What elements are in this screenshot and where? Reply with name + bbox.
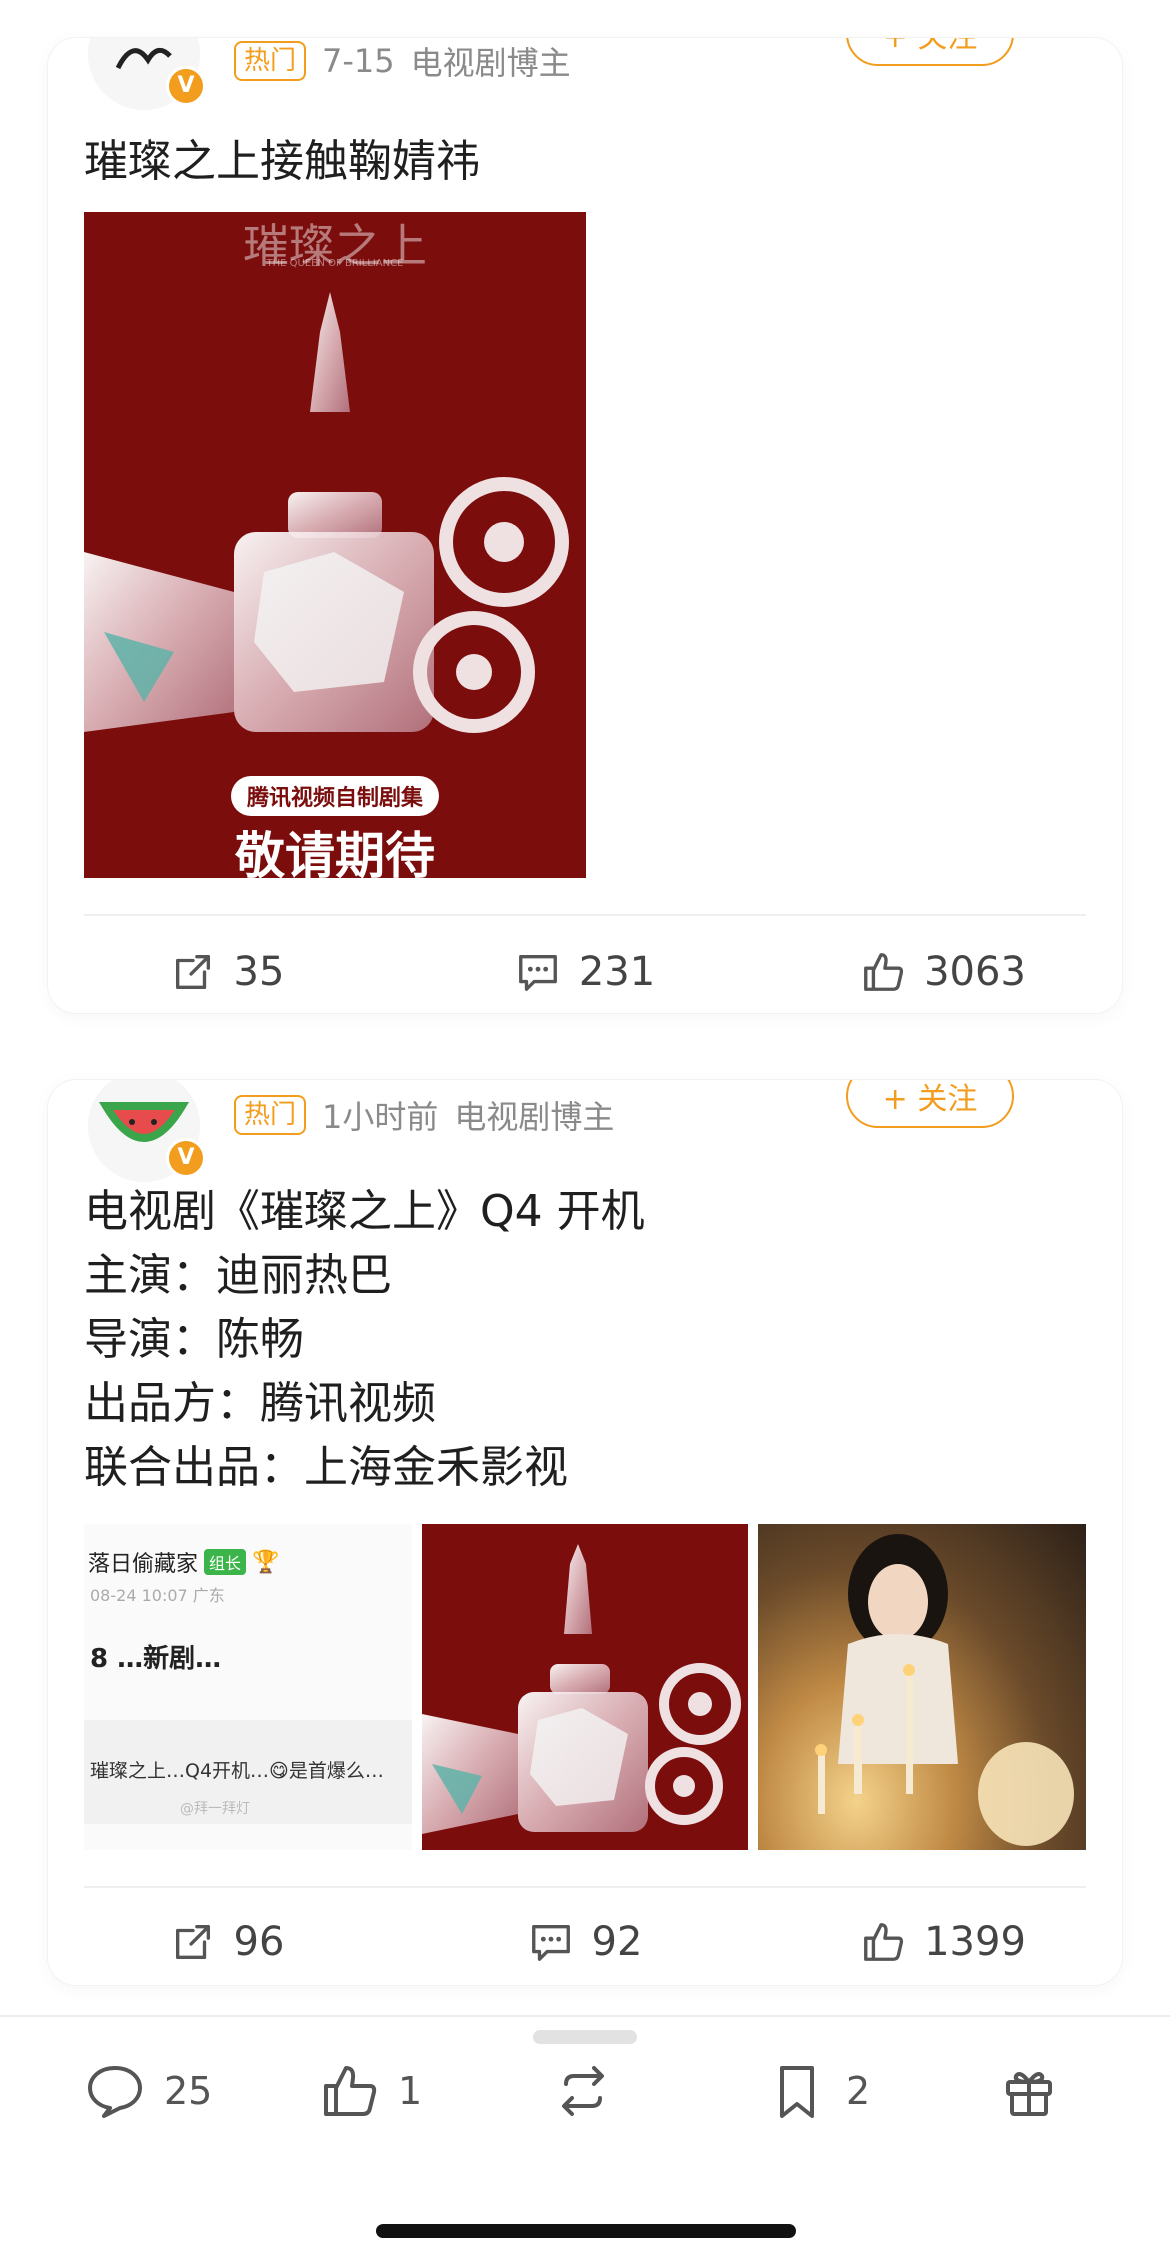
bottom-bookmark-count: 2 [846, 2069, 871, 2113]
follow-button[interactable]: + 关注 [846, 1080, 1014, 1128]
sheet-handle[interactable] [533, 2030, 637, 2044]
post-time: 1小时前 [322, 1098, 439, 1136]
gift-icon [1006, 2072, 1052, 2116]
like-count: 3063 [924, 949, 1026, 995]
screenshot-username: 落日偷藏家 [88, 1552, 199, 1577]
author-avatar[interactable]: V [88, 38, 206, 110]
post-image-poster[interactable] [422, 1524, 748, 1850]
bottom-bookmark-button[interactable]: 2 [766, 2060, 870, 2122]
like-button[interactable]: 1399 [764, 1910, 1122, 1974]
divider [84, 914, 1086, 916]
repost-icon [175, 1924, 210, 1960]
repost-count: 96 [233, 1919, 285, 1965]
repost-loop-icon [562, 2066, 604, 2116]
post-source: 电视剧博主 [454, 1098, 615, 1136]
repost-count: 35 [233, 949, 285, 995]
post-source: 电视剧博主 [410, 44, 571, 82]
hot-badge: 热门 [234, 41, 307, 81]
hot-badge: 热门 [234, 1095, 307, 1135]
post-image-poster[interactable]: 璀璨之上 THE QUEEN OF BRILLIANCE 腾讯视频自制剧集 敬请… [84, 212, 586, 878]
follow-button[interactable]: + 关注 [846, 38, 1014, 66]
poster-slogan: 敬请期待 [235, 827, 435, 878]
post-meta: 热门 7-15 电视剧博主 [234, 38, 571, 84]
repost-button[interactable]: 35 [48, 940, 406, 1004]
post-text-line: 电视剧《璀璨之上》Q4 开机 [84, 1186, 645, 1237]
screenshot-user-row: 落日偷藏家 组长 🏆 [88, 1546, 279, 1578]
bookmark-icon [780, 2066, 814, 2118]
post-meta: 热门 1小时前 电视剧博主 [234, 1092, 614, 1138]
comment-icon [518, 954, 557, 991]
comment-button[interactable]: 92 [406, 1910, 764, 1974]
screenshot-headline: 8 …新剧… [90, 1644, 222, 1674]
bottom-like-button[interactable]: 1 [318, 2060, 422, 2122]
post-text-line: 联合出品：上海金禾影视 [84, 1442, 568, 1493]
screenshot-date: 08-24 10:07 广东 [90, 1586, 225, 1605]
post-text[interactable]: 璀璨之上接触鞠婧祎 [84, 130, 480, 194]
comment-count: 231 [578, 949, 656, 995]
post-text-line: 导演：陈畅 [84, 1314, 304, 1365]
home-indicator[interactable] [376, 2224, 796, 2238]
post-text[interactable]: 电视剧《璀璨之上》Q4 开机 主演：迪丽热巴 导演：陈畅 出品方：腾讯视频 联合… [84, 1180, 645, 1500]
post-text-line: 主演：迪丽热巴 [84, 1250, 392, 1301]
post-image-screenshot[interactable]: 落日偷藏家 组长 🏆 08-24 10:07 广东 8 …新剧… 璀璨之上…Q4… [84, 1524, 412, 1850]
comment-icon [531, 1924, 570, 1961]
screenshot-tag: 组长 [204, 1549, 247, 1575]
bottom-repost-button[interactable] [552, 2060, 614, 2122]
crystal-projector-illustration [422, 1544, 741, 1834]
post-image-photo[interactable] [758, 1524, 1086, 1850]
bottom-like-count: 1 [398, 2069, 423, 2113]
post-actions: 96 92 1399 [48, 1910, 1122, 1974]
bottom-gift-button[interactable] [998, 2060, 1060, 2122]
post-actions: 35 231 3063 [48, 940, 1122, 1004]
author-avatar[interactable]: V [88, 1080, 206, 1182]
verified-icon: V [166, 66, 206, 106]
comment-count: 92 [591, 1919, 643, 1965]
like-count: 1399 [924, 1919, 1026, 1965]
bottom-comment-button[interactable]: 25 [84, 2060, 212, 2122]
repost-button[interactable]: 96 [48, 1910, 406, 1974]
post-text-line: 出品方：腾讯视频 [84, 1378, 436, 1429]
divider [84, 1886, 1086, 1888]
like-icon [864, 1923, 904, 1961]
screenshot-watermark: @拜一拜灯 [180, 1801, 250, 1817]
trophy-icon: 🏆 [252, 1549, 280, 1575]
actress-candle-photo [815, 1534, 1074, 1846]
post-card-2[interactable]: V 热门 1小时前 电视剧博主 + 关注 电视剧《璀璨之上》Q4 开机 主演：迪… [48, 1080, 1122, 1985]
like-button[interactable]: 3063 [764, 940, 1122, 1004]
repost-icon [175, 954, 210, 990]
screenshot-snippet: 璀璨之上…Q4开机…😋是首爆么… [90, 1760, 384, 1782]
post-time: 7-15 [322, 42, 395, 80]
poster-chip: 腾讯视频自制剧集 [230, 776, 440, 816]
post-text-line: 璀璨之上接触鞠婧祎 [84, 136, 480, 187]
post-card-1[interactable]: V 热门 7-15 电视剧博主 + 关注 璀璨之上接触鞠婧祎 璀璨之上 THE … [48, 38, 1122, 1013]
comment-button[interactable]: 231 [406, 940, 764, 1004]
verified-icon: V [166, 1138, 206, 1178]
comment-bubble-icon [88, 2066, 142, 2118]
like-icon [324, 2066, 377, 2116]
like-icon [864, 953, 904, 991]
bottom-comment-count: 25 [164, 2069, 213, 2113]
